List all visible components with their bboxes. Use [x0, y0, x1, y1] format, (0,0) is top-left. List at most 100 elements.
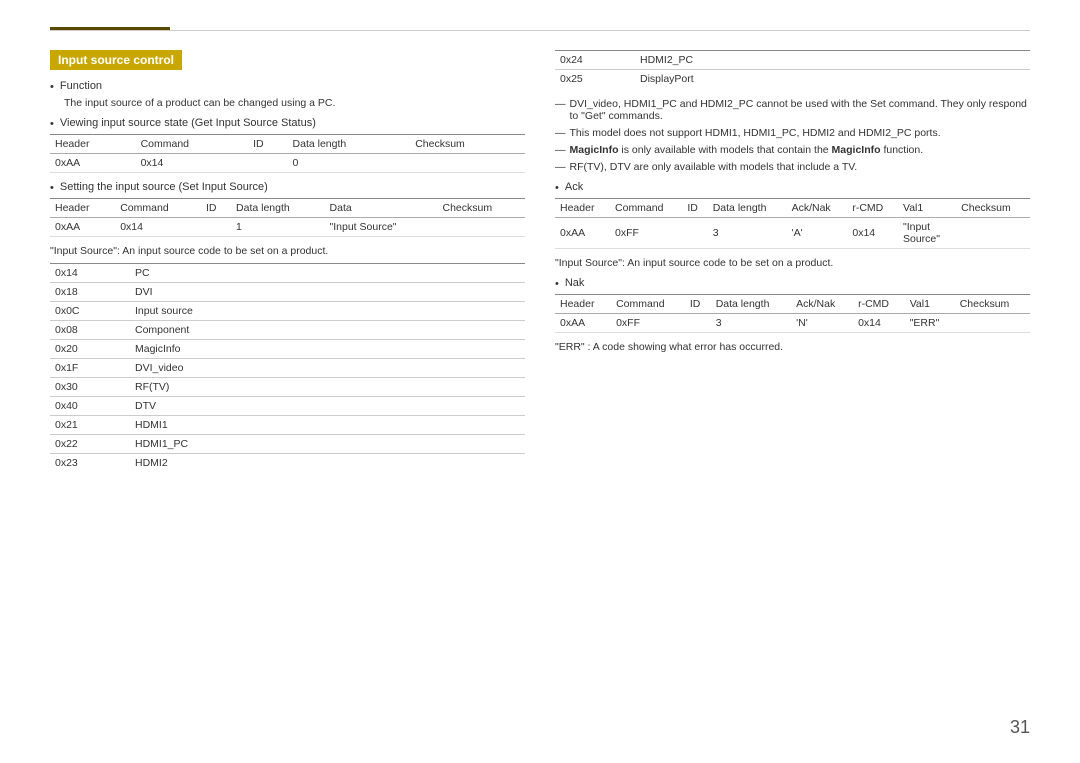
source-code-row: 0x08Component	[50, 321, 525, 340]
nak-cell-rcmd: 0x14	[853, 314, 905, 333]
source-code-label: RF(TV)	[130, 378, 525, 397]
get-table: Header Command ID Data length Checksum 0…	[50, 134, 525, 173]
source-code-row: 0x0CInput source	[50, 302, 525, 321]
source-code-hex: 0x21	[50, 416, 130, 435]
set-th-header: Header	[50, 199, 115, 218]
more-code-row: 0x24HDMI2_PC	[555, 51, 1030, 70]
set-cell-command: 0x14	[115, 218, 201, 237]
get-th-command: Command	[136, 135, 249, 154]
ack-th-rcmd: r-CMD	[847, 199, 898, 218]
source-code-hex: 0x40	[50, 397, 130, 416]
ack-cell-rcmd: 0x14	[847, 218, 898, 249]
set-cell-data: "Input Source"	[325, 218, 438, 237]
top-divider	[50, 30, 1030, 31]
ack-th-command: Command	[610, 199, 682, 218]
get-label: Viewing input source state (Get Input So…	[60, 117, 316, 129]
right-column: 0x24HDMI2_PC0x25DisplayPort — DVI_video,…	[555, 40, 1030, 723]
note-3: — MagicInfo is only available with model…	[555, 144, 1030, 156]
nak-th-acknak: Ack/Nak	[791, 295, 853, 314]
ack-table: Header Command ID Data length Ack/Nak r-…	[555, 198, 1030, 249]
get-row: 0xAA 0x14 0	[50, 154, 525, 173]
source-code-label: DTV	[130, 397, 525, 416]
more-code-hex: 0x25	[555, 70, 635, 89]
ack-cell-datalength: 3	[708, 218, 787, 249]
source-code-label: HDMI1	[130, 416, 525, 435]
ack-bullet: • Ack	[555, 181, 1030, 194]
section-title: Input source control	[50, 50, 182, 70]
source-code-hex: 0x0C	[50, 302, 130, 321]
set-th-checksum: Checksum	[437, 199, 525, 218]
note-2-text: This model does not support HDMI1, HDMI1…	[570, 127, 941, 139]
nak-th-val1: Val1	[905, 295, 955, 314]
set-th-data: Data	[325, 199, 438, 218]
ack-label: Ack	[565, 181, 583, 193]
nak-th-command: Command	[611, 295, 685, 314]
source-code-row: 0x23HDMI2	[50, 454, 525, 473]
note-4: — RF(TV), DTV are only available with mo…	[555, 161, 1030, 173]
source-code-hex: 0x23	[50, 454, 130, 473]
get-cell-id	[248, 154, 287, 173]
nak-cell-checksum	[955, 314, 1030, 333]
get-cell-checksum	[410, 154, 525, 173]
nak-cell-datalength: 3	[711, 314, 791, 333]
left-column: Input source control • Function The inpu…	[50, 40, 525, 723]
source-code-label: HDMI2	[130, 454, 525, 473]
more-code-hex: 0x24	[555, 51, 635, 70]
note-2: — This model does not support HDMI1, HDM…	[555, 127, 1030, 139]
get-th-header: Header	[50, 135, 136, 154]
ack-cell-command: 0xFF	[610, 218, 682, 249]
set-cell-id	[201, 218, 231, 237]
get-th-datalength: Data length	[288, 135, 411, 154]
source-code-hex: 0x1F	[50, 359, 130, 378]
bullet-dot-3: •	[50, 182, 54, 194]
source-code-label: DVI_video	[130, 359, 525, 378]
more-codes-table: 0x24HDMI2_PC0x25DisplayPort	[555, 50, 1030, 88]
set-row: 0xAA 0x14 1 "Input Source"	[50, 218, 525, 237]
source-code-hex: 0x14	[50, 264, 130, 283]
nak-cell-command: 0xFF	[611, 314, 685, 333]
ack-cell-checksum	[956, 218, 1030, 249]
function-desc: The input source of a product can be cha…	[64, 97, 525, 109]
bullet-dot-2: •	[50, 118, 54, 130]
more-code-label: DisplayPort	[635, 70, 1030, 89]
get-cell-command: 0x14	[136, 154, 249, 173]
set-th-datalength: Data length	[231, 199, 324, 218]
set-cell-header: 0xAA	[50, 218, 115, 237]
ack-cell-header: 0xAA	[555, 218, 610, 249]
function-label: Function	[60, 80, 102, 92]
nak-cell-header: 0xAA	[555, 314, 611, 333]
nak-th-id: ID	[685, 295, 711, 314]
nak-th-header: Header	[555, 295, 611, 314]
source-code-label: Input source	[130, 302, 525, 321]
source-code-hex: 0x08	[50, 321, 130, 340]
page-number: 31	[1010, 717, 1030, 738]
nak-row: 0xAA 0xFF 3 'N' 0x14 "ERR"	[555, 314, 1030, 333]
note-1-text: DVI_video, HDMI1_PC and HDMI2_PC cannot …	[570, 98, 1031, 122]
note-1: — DVI_video, HDMI1_PC and HDMI2_PC canno…	[555, 98, 1030, 122]
get-cell-datalength: 0	[288, 154, 411, 173]
set-cell-checksum	[437, 218, 525, 237]
nak-table: Header Command ID Data length Ack/Nak r-…	[555, 294, 1030, 333]
source-code-hex: 0x18	[50, 283, 130, 302]
ack-th-header: Header	[555, 199, 610, 218]
ack-th-datalength: Data length	[708, 199, 787, 218]
nak-label: Nak	[565, 277, 585, 289]
set-label: Setting the input source (Set Input Sour…	[60, 181, 268, 193]
source-code-hex: 0x30	[50, 378, 130, 397]
ack-th-acknak: Ack/Nak	[787, 199, 848, 218]
nak-bullet: • Nak	[555, 277, 1030, 290]
bullet-dot-1: •	[50, 81, 54, 93]
source-code-row: 0x20MagicInfo	[50, 340, 525, 359]
ack-row: 0xAA 0xFF 3 'A' 0x14 "InputSource"	[555, 218, 1030, 249]
get-th-checksum: Checksum	[410, 135, 525, 154]
more-code-label: HDMI2_PC	[635, 51, 1030, 70]
function-bullet: • Function	[50, 80, 525, 93]
ack-th-val1: Val1	[898, 199, 956, 218]
set-cell-datalength: 1	[231, 218, 324, 237]
source-code-row: 0x1FDVI_video	[50, 359, 525, 378]
source-code-label: Component	[130, 321, 525, 340]
source-code-hex: 0x20	[50, 340, 130, 359]
nak-cell-acknak: 'N'	[791, 314, 853, 333]
source-code-label: DVI	[130, 283, 525, 302]
get-cell-header: 0xAA	[50, 154, 136, 173]
